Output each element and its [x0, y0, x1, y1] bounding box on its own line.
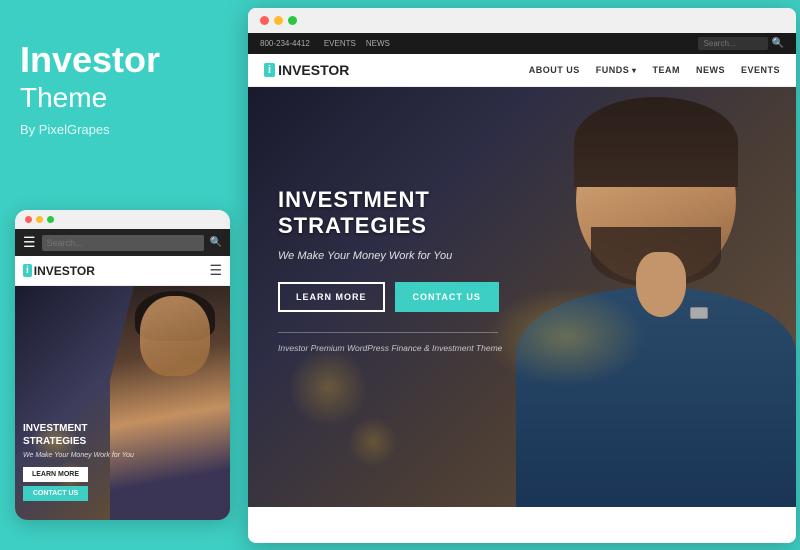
desktop-minimize-dot	[274, 16, 283, 25]
desktop-hero-tagline: Investor Premium WordPress Finance & Inv…	[278, 343, 502, 353]
desktop-nav-funds[interactable]: FUNDS	[596, 65, 637, 75]
desktop-search-icon[interactable]: 🔍	[772, 38, 784, 49]
mobile-maximize-dot	[47, 216, 54, 223]
desktop-logo-text: INVESTOR	[278, 62, 349, 78]
desktop-topbar-links: EVENTS NEWS	[324, 39, 390, 48]
desktop-topbar-search: 🔍	[698, 37, 784, 50]
desktop-person-watch	[690, 307, 708, 319]
desktop-close-dot	[260, 16, 269, 25]
mobile-mockup: ☰ 🔍 i INVESTOR ☰ INVESTMENTSTRATEGIES We…	[15, 210, 230, 520]
desktop-hero-divider	[278, 332, 498, 333]
mobile-hero-title: INVESTMENTSTRATEGIES	[23, 422, 222, 448]
brand-subtitle: Theme	[20, 82, 225, 114]
desktop-topbar-events[interactable]: EVENTS	[324, 39, 356, 48]
mobile-hero-content: INVESTMENTSTRATEGIES We Make Your Money …	[23, 422, 222, 501]
desktop-bokeh-2	[348, 417, 398, 467]
mobile-person-face	[140, 296, 210, 376]
desktop-topbar: 800-234-4412 EVENTS NEWS 🔍	[248, 33, 796, 54]
desktop-bokeh-1	[288, 347, 368, 427]
mobile-search-icon[interactable]: 🔍	[210, 237, 222, 248]
desktop-maximize-dot	[288, 16, 297, 25]
desktop-nav-news[interactable]: NEWS	[696, 65, 725, 75]
desktop-nav-events[interactable]: EVENTS	[741, 65, 780, 75]
mobile-hamburger-icon[interactable]: ☰	[23, 234, 36, 251]
mobile-menu-icon[interactable]: ☰	[209, 262, 222, 279]
desktop-window-controls	[248, 8, 796, 33]
mobile-learn-more-button[interactable]: LEARN MORE	[23, 467, 88, 482]
mobile-logo-i: i	[23, 264, 32, 277]
mobile-hero-subtitle: We Make Your Money Work for You	[23, 452, 222, 459]
desktop-contact-button[interactable]: CONTACT US	[395, 282, 499, 312]
desktop-hero-buttons: LEARN MORE CONTACT US	[278, 282, 502, 312]
desktop-hero-content: INVESTMENTSTRATEGIES We Make Your Money …	[278, 187, 502, 353]
desktop-learn-more-button[interactable]: LEARN MORE	[278, 282, 385, 312]
desktop-topbar-news[interactable]: NEWS	[366, 39, 390, 48]
desktop-nav-links: ABOUT US FUNDS TEAM NEWS EVENTS	[529, 65, 780, 75]
desktop-person-hair	[574, 97, 738, 187]
desktop-nav-team[interactable]: TEAM	[652, 65, 680, 75]
left-panel: Investor Theme By PixelGrapes ☰ 🔍 i INVE…	[0, 0, 245, 550]
desktop-person-silhouette	[456, 87, 796, 507]
mobile-navbar: i INVESTOR ☰	[15, 256, 230, 286]
brand-title: Investor	[20, 40, 225, 80]
desktop-bokeh-person	[486, 287, 646, 387]
mobile-logo-text: INVESTOR	[34, 264, 95, 278]
mobile-close-dot	[25, 216, 32, 223]
desktop-logo-i: i	[264, 63, 275, 77]
mobile-window-controls	[15, 210, 230, 229]
desktop-hero-title: INVESTMENTSTRATEGIES	[278, 187, 502, 240]
desktop-search-input[interactable]	[698, 37, 768, 50]
desktop-nav-about[interactable]: ABOUT US	[529, 65, 580, 75]
mobile-topbar: ☰ 🔍	[15, 229, 230, 256]
desktop-mockup: 800-234-4412 EVENTS NEWS 🔍 i INVESTOR AB…	[248, 8, 796, 543]
mobile-minimize-dot	[36, 216, 43, 223]
desktop-logo: i INVESTOR	[264, 62, 349, 78]
desktop-person-hand	[636, 252, 686, 317]
desktop-hero: INVESTMENTSTRATEGIES We Make Your Money …	[248, 87, 796, 507]
desktop-phone: 800-234-4412	[260, 39, 310, 48]
brand-by: By PixelGrapes	[20, 122, 225, 137]
desktop-navbar: i INVESTOR ABOUT US FUNDS TEAM NEWS EVEN…	[248, 54, 796, 87]
mobile-hero: INVESTMENTSTRATEGIES We Make Your Money …	[15, 286, 230, 520]
mobile-search-input[interactable]	[42, 235, 204, 251]
mobile-contact-button[interactable]: CONTACT US	[23, 486, 88, 501]
mobile-logo: i INVESTOR	[23, 264, 95, 278]
desktop-hero-subtitle: We Make Your Money Work for You	[278, 250, 502, 262]
